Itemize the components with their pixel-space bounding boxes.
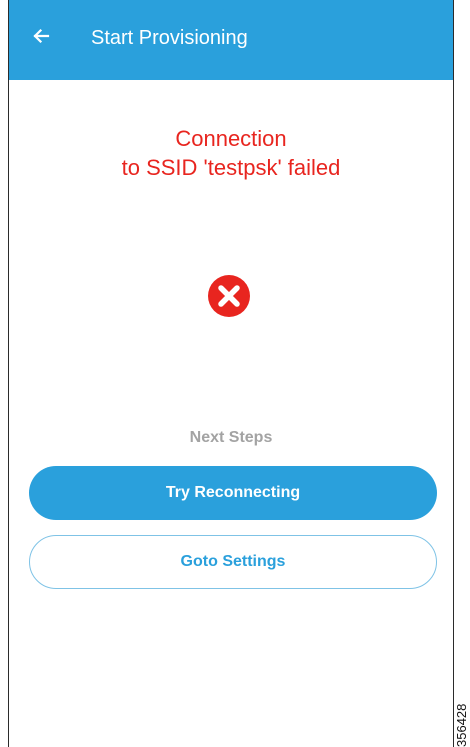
page-title: Start Provisioning — [91, 27, 248, 49]
try-reconnecting-label: Try Reconnecting — [165, 484, 301, 501]
figure-id-label: 356428 — [454, 703, 469, 747]
goto-settings-label: Goto Settings — [180, 553, 286, 570]
arrow-left-icon — [33, 28, 50, 44]
back-button[interactable] — [29, 24, 53, 48]
status-line-2: to SSID 'testpsk' failed — [121, 155, 341, 180]
try-reconnecting-button[interactable]: Try Reconnecting — [29, 466, 437, 520]
app-bar: Start Provisioning — [9, 0, 453, 80]
phone-screen: Start Provisioning Connection to SSID 't… — [8, 0, 454, 747]
goto-settings-button[interactable]: Goto Settings — [29, 535, 437, 589]
next-steps-heading: Next Steps — [189, 429, 273, 446]
status-line-1: Connection — [175, 126, 287, 151]
connection-status-message: Connection to SSID 'testpsk' failed — [9, 124, 453, 182]
error-x-circle-icon — [208, 275, 250, 317]
